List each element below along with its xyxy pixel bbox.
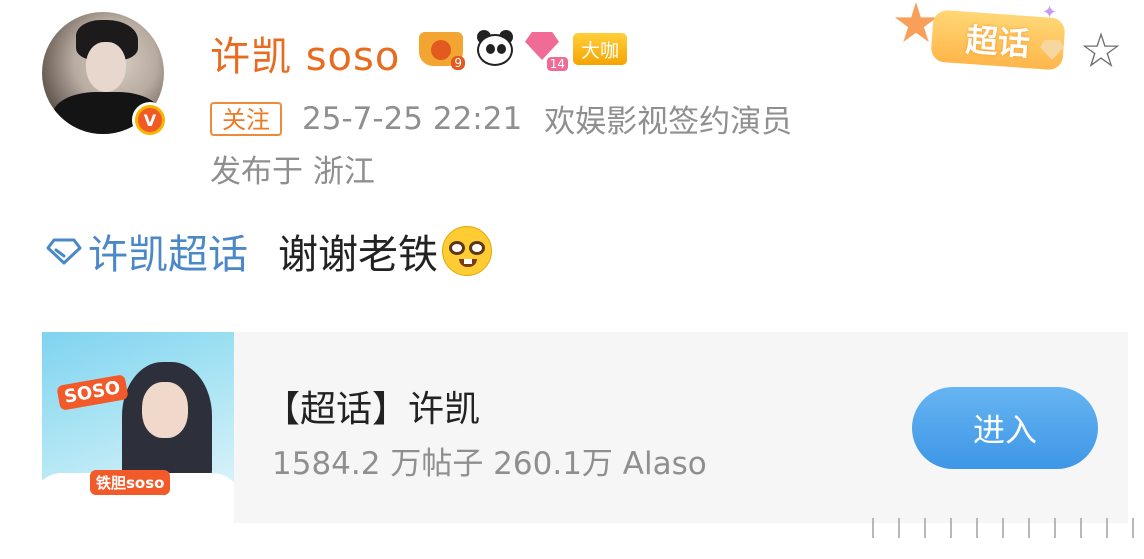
crown-badge-icon[interactable]: 9	[415, 28, 467, 70]
card-stats: 1584.2 万帖子 260.1万 Alaso	[272, 446, 707, 482]
author-name[interactable]: 许凯 soso	[210, 24, 400, 82]
sparkle-icon: ✦	[1042, 2, 1058, 23]
supertopic-card[interactable]: SOSO 铁胆soso 【超话】许凯 1584.2 万帖子 260.1万 Ala…	[42, 332, 1128, 523]
supertopic-thumbnail: SOSO 铁胆soso	[42, 332, 234, 523]
card-title: 【超话】许凯	[264, 389, 481, 430]
thumbnail-tag-main: SOSO	[56, 374, 129, 411]
author-avatar[interactable]: V	[42, 12, 168, 138]
author-description: 欢娱影视签约演员	[544, 104, 793, 140]
post-location: 发布于 浙江	[210, 154, 375, 190]
panda-badge-icon[interactable]	[473, 28, 517, 70]
enter-button[interactable]: 进入	[912, 387, 1098, 469]
supertopic-link[interactable]: 许凯超话	[88, 222, 248, 280]
crown-level: 9	[451, 56, 465, 70]
gem-level: 14	[545, 56, 569, 72]
weibo-post: V 许凯 soso 9 14 大咖 关注 25-7-25 22:21 欢娱影视签…	[0, 0, 1144, 559]
favorite-star-icon[interactable]: ☆	[1076, 26, 1126, 76]
nerd-face-emoji-icon	[442, 226, 492, 276]
post-meta: 关注 25-7-25 22:21 欢娱影视签约演员	[210, 96, 792, 141]
post-content: 许凯超话 谢谢老铁	[46, 222, 492, 280]
post-timestamp: 25-7-25 22:21	[302, 100, 523, 137]
daka-badge[interactable]: 大咖	[573, 33, 628, 65]
supertopic-diamond-icon	[46, 238, 82, 265]
verified-icon: V	[132, 102, 168, 138]
gem-badge-icon[interactable]: 14	[523, 28, 569, 72]
supertopic-sticker[interactable]: 超话 ✦	[892, 0, 1072, 80]
thumbnail-tag-sub: 铁胆soso	[90, 470, 171, 495]
author-badges: 9 14 大咖	[415, 28, 628, 72]
post-text: 谢谢老铁	[278, 232, 438, 278]
resize-grip	[858, 518, 1144, 538]
follow-button[interactable]: 关注	[210, 101, 282, 136]
